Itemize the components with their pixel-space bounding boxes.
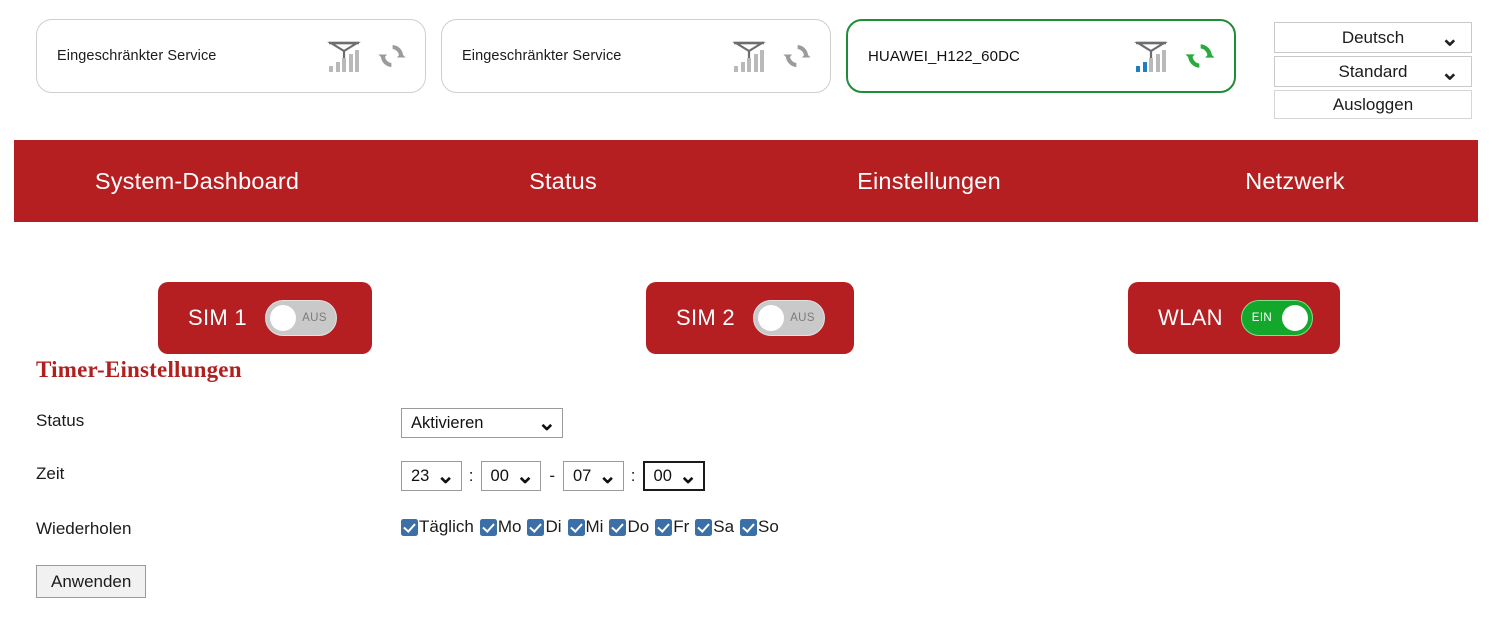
toggle-knob (1281, 305, 1308, 331)
checkbox-checked-icon (695, 518, 713, 536)
signal-bars-icon (1132, 39, 1172, 73)
status-card-icons (1132, 39, 1216, 73)
status-card-label: Eingeschränkter Service (57, 48, 217, 64)
repeat-checkbox-label: Fr (673, 517, 690, 536)
signal-bars-icon (730, 39, 770, 73)
toggle-card-sim2: SIM 2 AUS (646, 282, 854, 354)
end-minute-value: 00 (653, 466, 672, 485)
repeat-checkbox-di[interactable]: Di (527, 517, 562, 537)
toggle-card-sim1: SIM 1 AUS (158, 282, 372, 354)
language-select[interactable]: Deutsch ⌄ (1274, 22, 1472, 53)
repeat-checkbox-label: Di (545, 517, 562, 536)
repeat-checkbox-label: Mi (585, 517, 604, 536)
repeat-options-row: Täglich Mo Di Mi Do Fr Sa So (401, 517, 785, 537)
checkbox-checked-icon (655, 518, 673, 536)
end-minute-select[interactable]: 00 ⌄ (642, 461, 706, 491)
status-card-icons (325, 39, 407, 73)
signal-bar-group (329, 50, 359, 72)
checkbox-checked-icon (567, 518, 585, 536)
start-minute-select[interactable]: 00 ⌄ (480, 461, 542, 491)
chevron-down-icon: ⌄ (537, 410, 556, 436)
toggle-knob (757, 305, 784, 331)
time-separator-end: : (630, 466, 636, 485)
profile-select[interactable]: Standard ⌄ (1274, 56, 1472, 87)
repeat-checkbox-mi[interactable]: Mi (567, 517, 604, 537)
wlan-toggle-switch[interactable]: EIN (1240, 300, 1313, 336)
chevron-down-icon: ⌄ (678, 463, 698, 489)
checkbox-checked-icon (401, 518, 418, 536)
repeat-checkbox-do[interactable]: Do (609, 517, 649, 537)
refresh-icon[interactable] (377, 41, 407, 71)
repeat-checkbox-label: Mo (497, 517, 522, 536)
nav-item-status[interactable]: Status (380, 168, 746, 195)
toggle-state-text: EIN (1251, 312, 1273, 324)
toggle-card-label: SIM 2 (676, 305, 735, 330)
apply-button[interactable]: Anwenden (36, 565, 147, 598)
toggle-card-wlan: WLAN EIN (1128, 282, 1340, 354)
signal-bars-icon (325, 39, 365, 73)
status-card-wlan[interactable]: HUAWEI_H122_60DC (846, 19, 1236, 93)
status-card-sim2[interactable]: Eingeschränkter Service (441, 19, 831, 93)
status-card-label: HUAWEI_H122_60DC (868, 47, 1020, 65)
toggle-state-text: AUS (302, 312, 327, 324)
toggle-state-text: AUS (790, 312, 815, 324)
end-hour-value: 07 (573, 466, 592, 485)
repeat-checkbox-label: Do (627, 517, 650, 536)
chevron-down-icon: ⌄ (436, 463, 455, 489)
time-range-row: 23 ⌄ : 00 ⌄ - 07 ⌄ : 00 ⌄ (401, 461, 706, 491)
checkbox-checked-icon (527, 518, 545, 536)
status-card-label: Eingeschränkter Service (462, 48, 622, 64)
timer-status-value: Aktivieren (411, 413, 484, 432)
checkbox-checked-icon (740, 518, 758, 536)
sim1-toggle-switch[interactable]: AUS (264, 300, 337, 336)
signal-bar-group (734, 50, 764, 72)
time-separator-start: : (468, 466, 474, 485)
repeat-checkbox-fr[interactable]: Fr (655, 517, 689, 537)
start-hour-select[interactable]: 23 ⌄ (401, 461, 462, 491)
repeat-checkbox-sa[interactable]: Sa (695, 517, 734, 537)
status-label: Status (36, 411, 85, 430)
signal-bar-group (1136, 50, 1166, 72)
repeat-checkbox-so[interactable]: So (740, 517, 779, 537)
chevron-down-icon: ⌄ (598, 463, 617, 489)
profile-select-value: Standard (1338, 61, 1408, 81)
repeat-checkbox-mo[interactable]: Mo (479, 517, 522, 537)
toggle-knob (269, 305, 296, 331)
status-card-sim1[interactable]: Eingeschränkter Service (36, 19, 426, 93)
repeat-checkbox-label: Sa (713, 517, 735, 536)
start-minute-value: 00 (490, 466, 509, 485)
chevron-down-icon: ⌄ (515, 463, 535, 489)
toggle-card-label: WLAN (1158, 305, 1223, 330)
refresh-icon[interactable] (782, 41, 812, 71)
checkbox-checked-icon (609, 518, 627, 536)
sim2-toggle-switch[interactable]: AUS (752, 300, 825, 336)
refresh-icon[interactable] (1184, 40, 1216, 72)
timer-settings-title: Timer-Einstellungen (36, 357, 242, 382)
time-label: Zeit (36, 464, 65, 483)
start-hour-value: 23 (411, 466, 430, 485)
language-select-value: Deutsch (1341, 27, 1405, 47)
main-navigation: System-Dashboard Status Einstellungen Ne… (14, 140, 1478, 222)
end-hour-select[interactable]: 07 ⌄ (563, 461, 624, 491)
chevron-down-icon: ⌄ (1440, 24, 1459, 50)
chevron-down-icon: ⌄ (1440, 58, 1459, 84)
nav-item-system-dashboard[interactable]: System-Dashboard (14, 168, 380, 195)
nav-item-einstellungen[interactable]: Einstellungen (746, 168, 1112, 195)
status-panel-row: Eingeschränkter Service Eingeschränkter … (0, 0, 1500, 136)
timer-status-select[interactable]: Aktivieren ⌄ (401, 408, 563, 438)
top-right-controls: Deutsch ⌄ Standard ⌄ Ausloggen (1274, 22, 1472, 119)
repeat-checkbox-label: So (758, 517, 779, 536)
repeat-checkbox-taeglich[interactable]: Täglich (401, 517, 474, 537)
status-card-icons (730, 39, 812, 73)
logout-button[interactable]: Ausloggen (1274, 90, 1472, 119)
repeat-checkbox-label: Täglich (419, 517, 474, 536)
repeat-label: Wiederholen (36, 519, 132, 538)
nav-item-netzwerk[interactable]: Netzwerk (1112, 168, 1478, 195)
toggle-card-label: SIM 1 (188, 305, 247, 330)
time-range-dash: - (549, 466, 555, 485)
checkbox-checked-icon (479, 518, 497, 536)
